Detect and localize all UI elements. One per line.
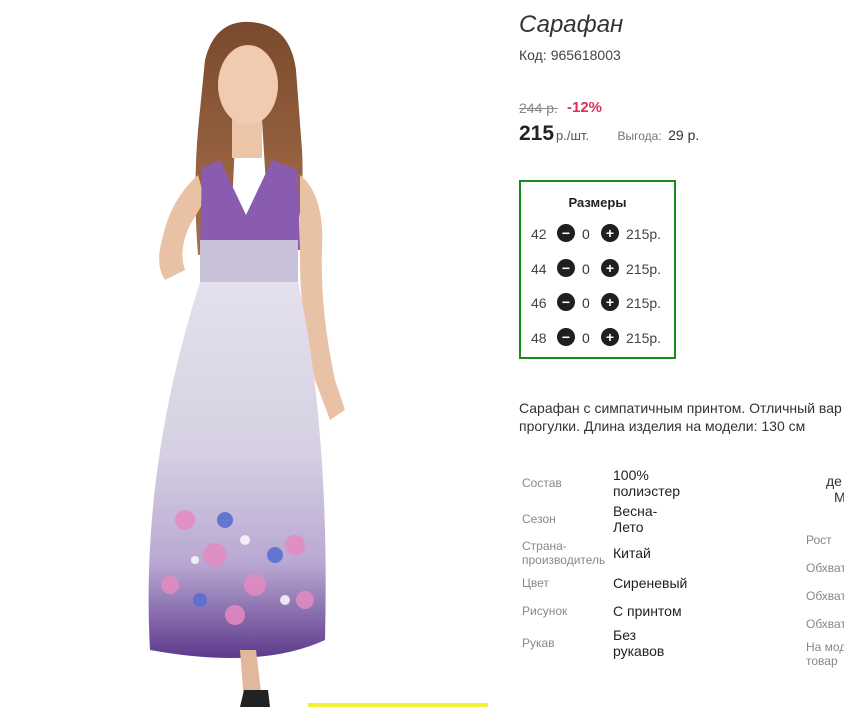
right-col-label: На мод — [806, 640, 844, 654]
quantity-value: 0 — [582, 226, 590, 242]
spec-value-line: Сиреневый — [613, 575, 688, 591]
minus-icon[interactable]: − — [557, 259, 575, 277]
right-col-label: товар — [806, 654, 838, 668]
sizes-panel: Размеры 42 − 0 + 215р. 44 − 0 + 215р. 46… — [519, 180, 676, 359]
product-code: Код: 965618003 — [519, 47, 621, 63]
quantity-value: 0 — [582, 261, 590, 277]
spec-label-color: Цвет — [522, 576, 549, 590]
spec-value-sleeve: Без рукавов — [613, 627, 664, 659]
product-code-label: Код: — [519, 47, 547, 63]
size-price: 215р. — [626, 261, 662, 277]
spec-value-composition: 100% полиэстер — [613, 467, 680, 499]
plus-icon[interactable]: + — [601, 259, 619, 277]
price-unit: р./шт. — [556, 128, 590, 143]
size-price: 215р. — [626, 295, 662, 311]
spec-label-composition: Состав — [522, 476, 562, 490]
size-row: 46 − 0 + 215р. — [521, 293, 676, 313]
spec-label-pattern: Рисунок — [522, 604, 568, 618]
profit-value: 29 р. — [668, 127, 700, 143]
spec-value-line: Без — [613, 627, 637, 643]
spec-value-country: Китай — [613, 545, 651, 561]
size-price: 215р. — [626, 330, 662, 346]
size-row: 48 − 0 + 215р. — [521, 328, 676, 348]
plus-icon[interactable]: + — [601, 224, 619, 242]
spec-value-line: рукавов — [613, 643, 665, 659]
size-label: 46 — [531, 295, 547, 311]
spec-value-pattern: С принтом — [613, 603, 682, 619]
description-line: прогулки. Длина изделия на модели: 130 с… — [519, 418, 806, 434]
highlight-strip — [308, 703, 488, 707]
spec-value-line: С принтом — [613, 603, 682, 619]
right-col-top: де — [826, 473, 842, 489]
minus-icon[interactable]: − — [557, 224, 575, 242]
size-label: 48 — [531, 330, 547, 346]
quantity-value: 0 — [582, 295, 590, 311]
size-label: 44 — [531, 261, 547, 277]
spec-label-season: Сезон — [522, 512, 556, 526]
size-row: 42 − 0 + 215р. — [521, 224, 676, 244]
spec-value-color: Сиреневый — [613, 575, 687, 591]
size-label: 42 — [531, 226, 547, 242]
spec-value-line: полиэстер — [613, 483, 681, 499]
spec-value-line: Весна- — [613, 503, 658, 519]
spec-value-season: Весна- Лето — [613, 503, 657, 535]
spec-value-line: Лето — [613, 519, 644, 535]
product-title: Сарафан — [519, 11, 624, 38]
description-line: Сарафан с симпатичным принтом. Отличный … — [519, 400, 842, 416]
sizes-title: Размеры — [568, 195, 627, 210]
old-price: 244 р. — [519, 100, 558, 116]
spec-label-line: Страна- — [522, 539, 567, 553]
right-col-label: Обхват — [806, 617, 844, 631]
spec-label-line: производитель — [522, 553, 606, 567]
plus-icon[interactable]: + — [601, 293, 619, 311]
minus-icon[interactable]: − — [557, 293, 575, 311]
product-description: Сарафан с симпатичным принтом. Отличный … — [519, 399, 844, 435]
plus-icon[interactable]: + — [601, 328, 619, 346]
spec-label-sleeve: Рукав — [522, 636, 555, 650]
discount-badge: -12% — [567, 99, 603, 116]
right-col-label: Рост — [806, 533, 832, 547]
model-dress-illustration — [148, 21, 345, 707]
price-row: 215 р./шт. Выгода: 29 р. — [519, 122, 699, 146]
spec-value-line: 100% — [613, 467, 649, 483]
right-col-top: М — [834, 489, 844, 505]
size-row: 44 − 0 + 215р. — [521, 259, 676, 279]
spec-value-line: Китай — [613, 545, 651, 561]
minus-icon[interactable]: − — [557, 328, 575, 346]
spec-label-country: Страна- производитель — [522, 539, 605, 567]
current-price: 215 — [519, 122, 555, 145]
size-price: 215р. — [626, 226, 662, 242]
product-code-value: 965618003 — [550, 47, 621, 63]
right-col-label: Обхват — [806, 589, 844, 603]
right-col-label: Обхват — [806, 561, 844, 575]
product-photo — [0, 0, 505, 707]
quantity-value: 0 — [582, 330, 590, 346]
profit-label: Выгода: — [617, 129, 662, 143]
